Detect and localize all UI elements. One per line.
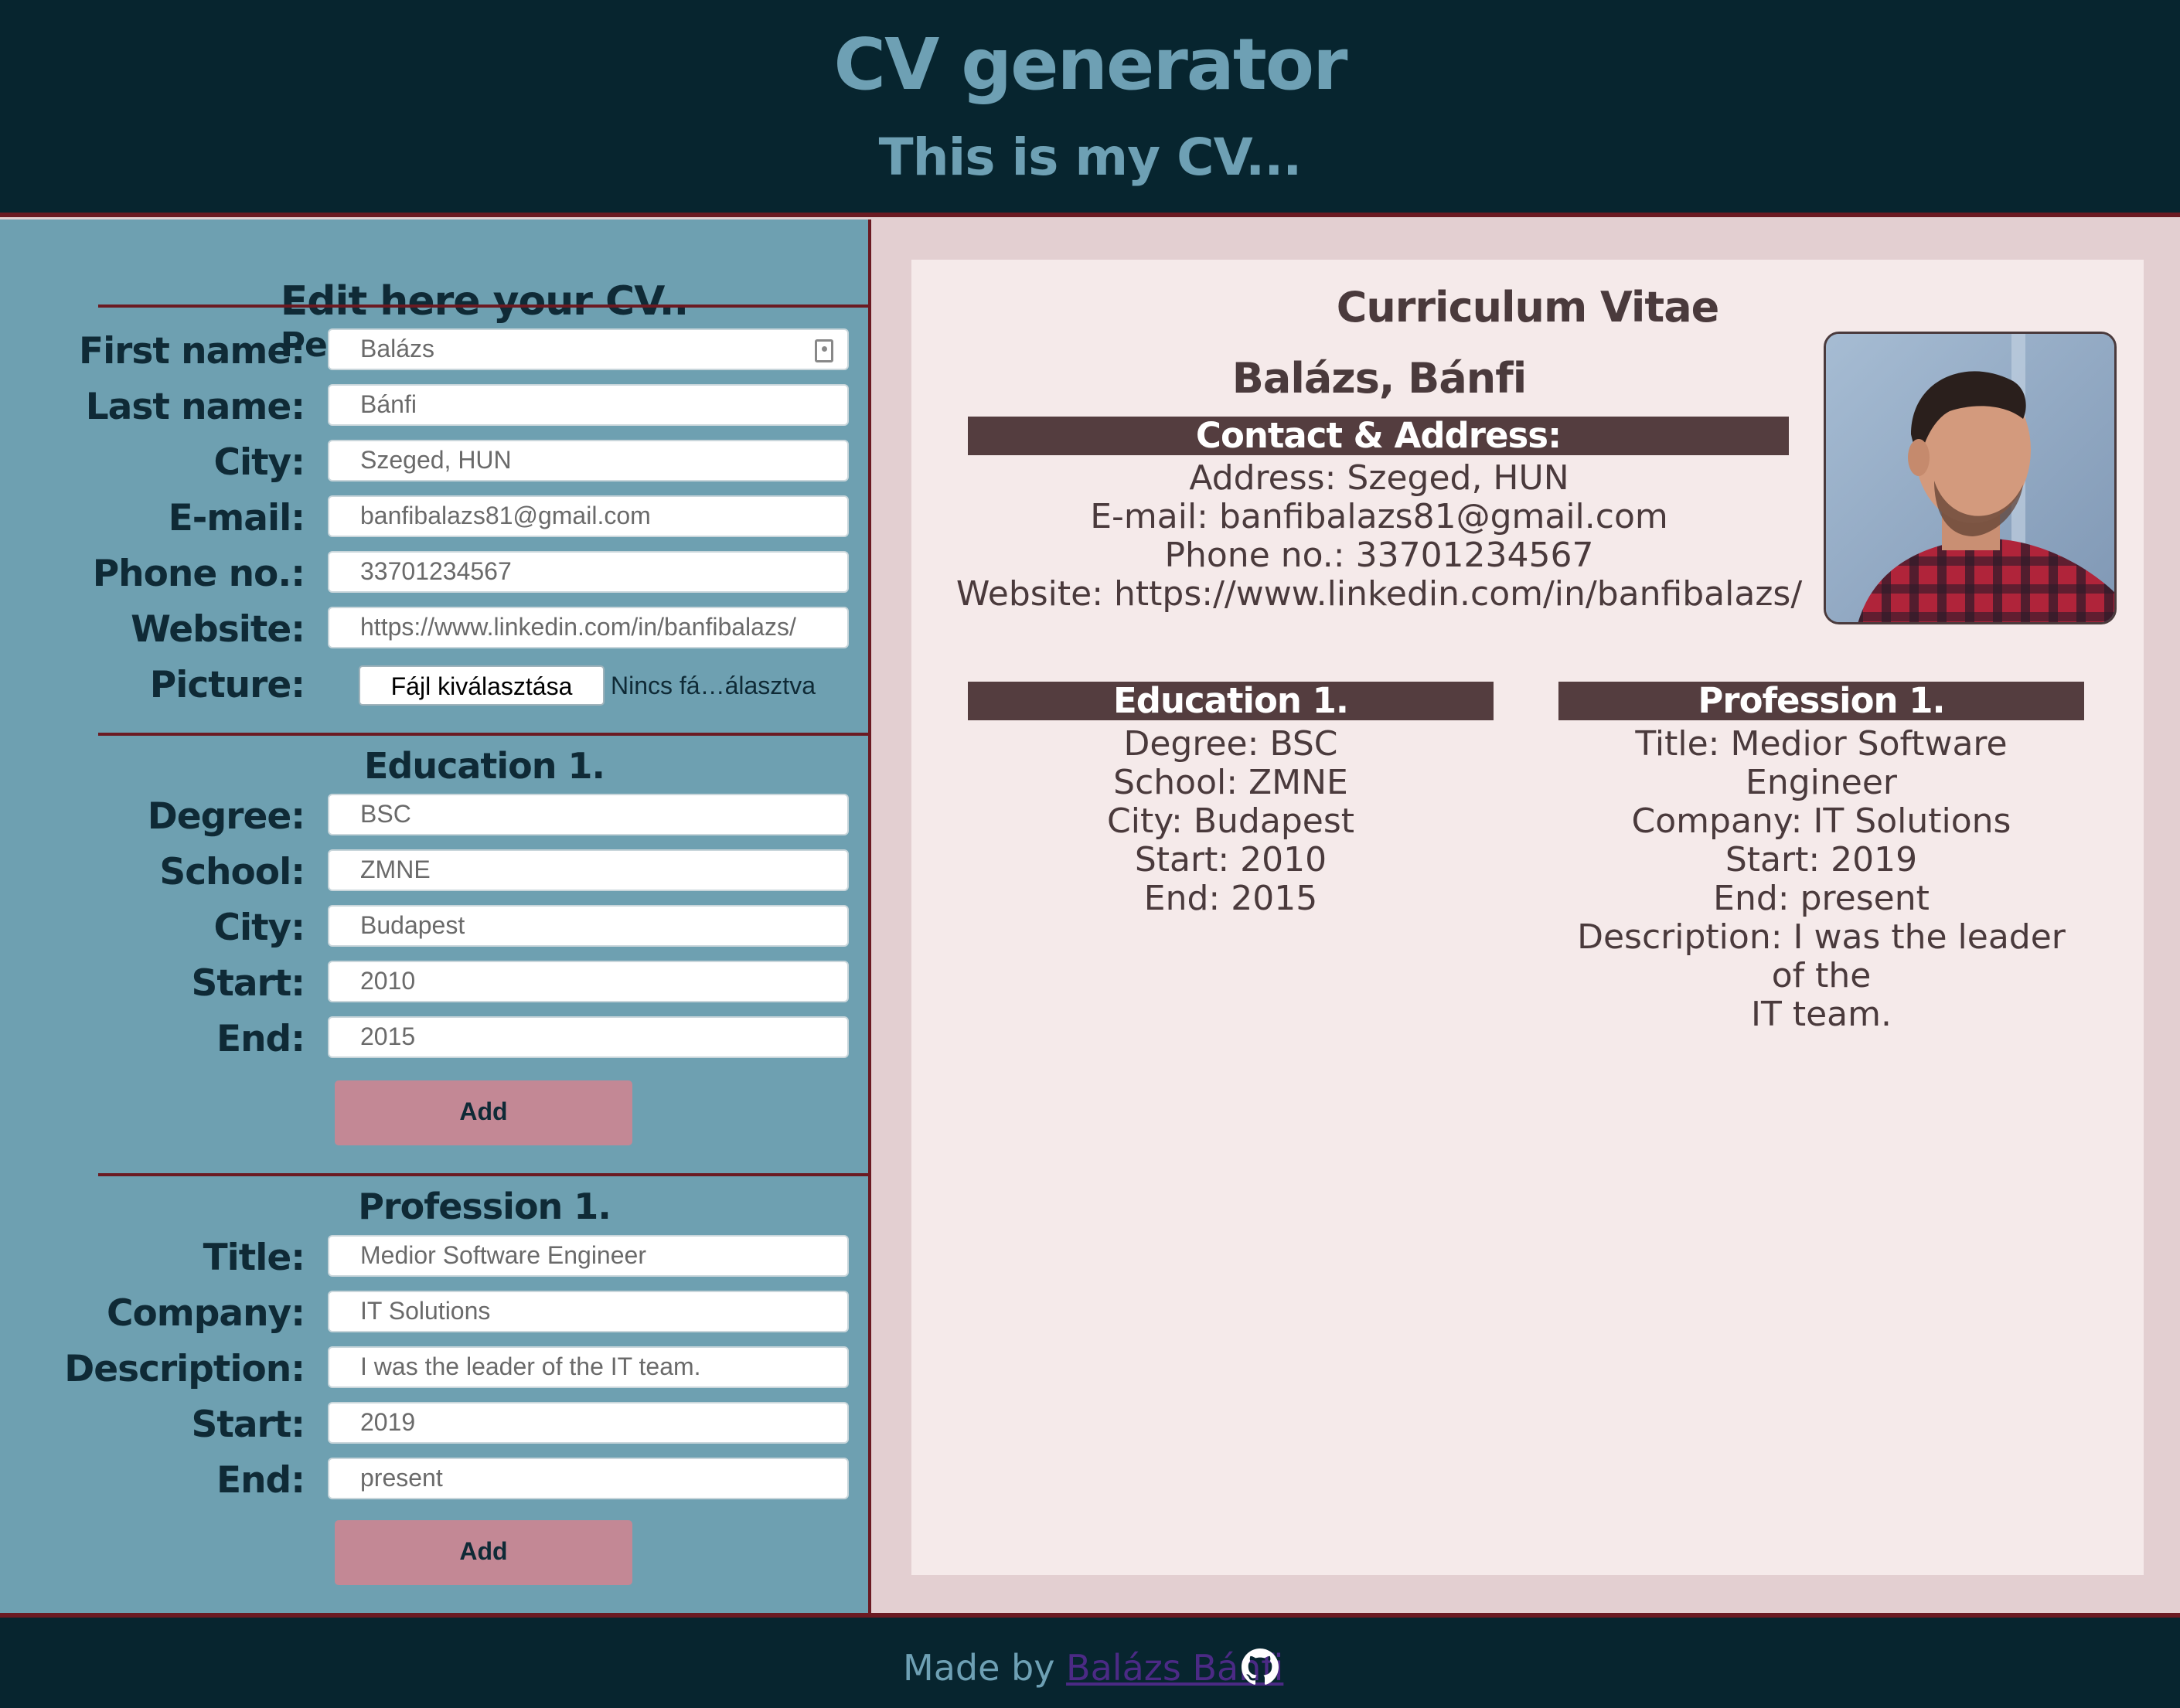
section-divider [98, 305, 871, 308]
degree-label: Degree: [147, 795, 305, 838]
editor-title: Edit here your CV.. [280, 278, 689, 325]
cv-paper: Curriculum Vitae Balázs, Bánfi Contact &… [911, 260, 2144, 1575]
cv-degree: Degree: BSC [1123, 724, 1338, 764]
app-subtitle: This is my CV... [878, 128, 1303, 187]
phone-row: Phone no.: 33701234567 [0, 551, 871, 595]
company-label: Company: [106, 1292, 305, 1335]
first-name-value: Balázs [360, 335, 435, 362]
cv-edu-city: City: Budapest [1107, 801, 1354, 841]
cv-name: Balázs, Bánfi [1231, 354, 1527, 403]
website-row: Website: https://www.linkedin.com/in/ban… [0, 607, 871, 651]
website-label: Website: [131, 608, 305, 651]
cv-education-block: Degree: BSC School: ZMNE City: Budapest … [968, 725, 1494, 918]
first-name-label: First name: [78, 330, 305, 373]
editor-panel: Edit here your CV.. Personal information… [0, 219, 871, 1613]
degree-row: Degree: BSC [0, 794, 871, 838]
picture-label: Picture: [149, 664, 305, 706]
contact-website: Website: https://www.linkedin.com/in/ban… [955, 574, 1803, 614]
profession-heading: Profession 1. [358, 1186, 611, 1227]
contact-phone: Phone no.: 33701234567 [1164, 536, 1594, 575]
edu-city-label: City: [213, 907, 305, 949]
section-divider [98, 1173, 871, 1176]
picture-row: Picture: Fájl kiválasztása Nincs fá…álas… [0, 662, 871, 706]
add-profession-button[interactable]: Add [335, 1520, 632, 1585]
city-input[interactable]: Szeged, HUN [328, 440, 849, 481]
school-label: School: [159, 851, 305, 893]
last-name-label: Last name: [85, 386, 305, 428]
description-label: Description: [64, 1348, 305, 1390]
title-row: Title: Medior Software Engineer [0, 1235, 871, 1279]
edu-start-row: Start: 2010 [0, 961, 871, 1005]
cv-preview-panel: Curriculum Vitae Balázs, Bánfi Contact &… [874, 219, 2180, 1613]
section-divider [98, 733, 871, 736]
edu-city-input[interactable]: Budapest [328, 905, 849, 947]
add-education-button[interactable]: Add [335, 1080, 632, 1145]
cv-profession-block: Title: Medior Software Engineer Company:… [1558, 725, 2084, 1034]
file-status: Nincs fá…álasztva [611, 672, 816, 699]
cv-prof-start: Start: 2019 [1725, 840, 1918, 880]
school-row: School: ZMNE [0, 849, 871, 893]
edu-start-label: Start: [191, 962, 305, 1005]
first-name-input[interactable]: Balázs [328, 328, 849, 370]
made-by-label: Made by [903, 1647, 1055, 1689]
email-input[interactable]: banfibalazs81@gmail.com [328, 495, 849, 537]
prof-start-row: Start: 2019 [0, 1402, 871, 1446]
edu-end-label: End: [216, 1018, 305, 1060]
company-row: Company: IT Solutions [0, 1291, 871, 1335]
edu-start-input[interactable]: 2010 [328, 961, 849, 1002]
prof-start-label: Start: [191, 1403, 305, 1446]
description-input[interactable]: I was the leader of the IT team. [328, 1346, 849, 1388]
contact-email: E-mail: banfibalazs81@gmail.com [1090, 497, 1668, 536]
cv-education-heading: Education 1. [968, 682, 1494, 720]
cv-job-title: Title: Medior Software Engineer [1635, 724, 2008, 802]
company-input[interactable]: IT Solutions [328, 1291, 849, 1332]
contact-heading: Contact & Address: [968, 417, 1789, 455]
profile-photo [1824, 332, 2117, 624]
phone-input[interactable]: 33701234567 [328, 551, 849, 593]
city-label: City: [213, 441, 305, 484]
app-footer: Made by Balázs Bánfi [0, 1613, 2180, 1708]
cv-profession-heading: Profession 1. [1558, 682, 2084, 720]
edu-end-row: End: 2015 [0, 1016, 871, 1060]
degree-input[interactable]: BSC [328, 794, 849, 835]
contact-address: Address: Szeged, HUN [1189, 458, 1569, 498]
prof-end-label: End: [216, 1459, 305, 1502]
prof-end-input[interactable]: present [328, 1458, 849, 1499]
first-name-row: First name: Balázs [0, 328, 871, 373]
city-row: City: Szeged, HUN [0, 440, 871, 484]
contact-block: Address: Szeged, HUN E-mail: banfibalazs… [911, 459, 1847, 614]
email-row: E-mail: banfibalazs81@gmail.com [0, 495, 871, 539]
made-by-text: Made by Balázs Bánfi [903, 1647, 1283, 1689]
school-input[interactable]: ZMNE [328, 849, 849, 891]
cv-prof-end: End: present [1713, 879, 1930, 918]
cv-company: Company: IT Solutions [1631, 801, 2011, 841]
app-header: CV generator This is my CV... [0, 0, 2180, 217]
contact-card-icon[interactable] [815, 339, 833, 362]
profile-photo-image [1826, 334, 2114, 622]
cv-title: Curriculum Vitae [1336, 283, 1720, 332]
title-label: Title: [203, 1237, 305, 1279]
edu-city-row: City: Budapest [0, 905, 871, 949]
email-label: E-mail: [168, 497, 305, 539]
education-heading: Education 1. [363, 745, 605, 787]
cv-edu-start: Start: 2010 [1134, 840, 1327, 880]
description-row: Description: I was the leader of the IT … [0, 1346, 871, 1390]
last-name-input[interactable]: Bánfi [328, 384, 849, 426]
edu-end-input[interactable]: 2015 [328, 1016, 849, 1058]
website-input[interactable]: https://www.linkedin.com/in/banfibalazs/ [328, 607, 849, 648]
github-icon[interactable] [1242, 1648, 1279, 1686]
app-title: CV generator [833, 23, 1348, 106]
cv-school: School: ZMNE [1113, 763, 1348, 802]
prof-end-row: End: present [0, 1458, 871, 1502]
title-input[interactable]: Medior Software Engineer [328, 1235, 849, 1277]
choose-file-button[interactable]: Fájl kiválasztása [359, 665, 605, 706]
cv-description-cont: IT team. [1751, 995, 1892, 1034]
cv-edu-end: End: 2015 [1143, 879, 1318, 918]
last-name-row: Last name: Bánfi [0, 384, 871, 428]
prof-start-input[interactable]: 2019 [328, 1402, 849, 1444]
phone-label: Phone no.: [92, 553, 305, 595]
cv-description: Description: I was the leader of the [1577, 917, 2066, 995]
